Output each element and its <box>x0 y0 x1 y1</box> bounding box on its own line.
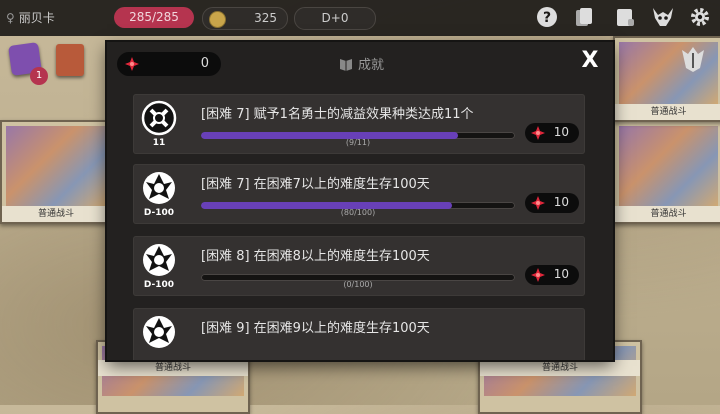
achievement-row: [困难 9] 在困难9以上的难度生存100天 <box>133 308 585 360</box>
achievement-modal: 0 成就 X 11 [困难 7] 赋予1名勇士的减益效果种类达成11个 (9/1… <box>107 42 613 360</box>
map-card-art <box>6 126 106 206</box>
progress-text: (80/100) <box>340 208 376 217</box>
achievement-row: D-100 [困难 7] 在困难7以上的难度生存100天 (80/100) 10 <box>133 164 585 224</box>
reward-badge: 10 <box>525 193 579 213</box>
gear-icon[interactable] <box>688 6 712 30</box>
red-gem-icon <box>531 126 545 140</box>
achievement-points: 0 <box>117 52 221 76</box>
map-card-label: 普通战斗 <box>2 206 110 222</box>
map-card[interactable]: 普通战斗 <box>613 120 720 224</box>
top-bar: ♀ 丽贝卡 285/285 325 D+0 ? <box>0 0 720 36</box>
book-icon[interactable] <box>56 44 84 76</box>
modal-title: 成就 <box>339 54 384 73</box>
demon-mask-icon[interactable] <box>651 6 675 30</box>
achievement-title: [困难 7] 在困难7以上的难度生存100天 <box>201 177 430 192</box>
gold-value: 325 <box>254 11 277 25</box>
map-card-label: 普通战斗 <box>98 360 248 376</box>
survival-emblem-icon <box>143 316 175 348</box>
book-icon <box>340 58 352 71</box>
achievement-row: D-100 [困难 8] 在困难8以上的难度生存100天 (0/100) 10 <box>133 236 585 296</box>
reward-badge: 10 <box>525 123 579 143</box>
coin-icon <box>209 11 226 28</box>
debuff-icon <box>141 100 177 136</box>
survival-emblem-icon <box>143 172 175 204</box>
map-card-label: 普通战斗 <box>615 206 720 222</box>
map-card[interactable]: 普通战斗 <box>0 120 112 224</box>
winged-helmet-icon[interactable] <box>676 44 710 78</box>
progress-text: (9/11) <box>345 138 371 147</box>
achievement-title: [困难 7] 赋予1名勇士的减益效果种类达成11个 <box>201 107 474 122</box>
survival-emblem-icon <box>143 244 175 276</box>
svg-text:?: ? <box>543 10 551 26</box>
scroll-map-icon[interactable] <box>613 6 637 30</box>
close-button[interactable]: X <box>577 48 603 74</box>
red-gem-icon <box>531 196 545 210</box>
map-card-label: 普通战斗 <box>480 360 640 376</box>
cards-icon[interactable] <box>572 6 596 30</box>
day-counter: D+0 <box>294 7 376 30</box>
reward-value: 10 <box>553 125 569 139</box>
notification-badge: 1 <box>30 67 48 85</box>
map-card-label: 普通战斗 <box>615 104 720 120</box>
hp-display: 285/285 <box>114 7 194 28</box>
achievement-title: [困难 8] 在困难8以上的难度生存100天 <box>201 249 430 264</box>
achievement-icon-label: D-100 <box>143 280 175 290</box>
reward-value: 10 <box>553 195 569 209</box>
progress-text: (0/100) <box>343 280 373 289</box>
character-icon: ♀ <box>6 10 15 25</box>
red-gem-icon <box>531 268 545 282</box>
map-card-art <box>619 126 718 206</box>
achievement-icon-label: D-100 <box>143 208 175 218</box>
achievement-list[interactable]: 11 [困难 7] 赋予1名勇士的减益效果种类达成11个 (9/11) 10 D… <box>107 86 613 360</box>
achievement-icon-label: 11 <box>152 138 166 148</box>
achievement-title: [困难 9] 在困难9以上的难度生存100天 <box>201 321 430 336</box>
red-gem-icon <box>125 57 139 71</box>
reward-value: 10 <box>553 267 569 281</box>
points-value: 0 <box>200 56 209 71</box>
help-icon[interactable]: ? <box>535 6 559 30</box>
gold-display: 325 <box>202 7 288 30</box>
reward-badge: 10 <box>525 265 579 285</box>
player-name: ♀ 丽贝卡 <box>6 10 55 26</box>
achievement-row: 11 [困难 7] 赋予1名勇士的减益效果种类达成11个 (9/11) 10 <box>133 94 585 154</box>
